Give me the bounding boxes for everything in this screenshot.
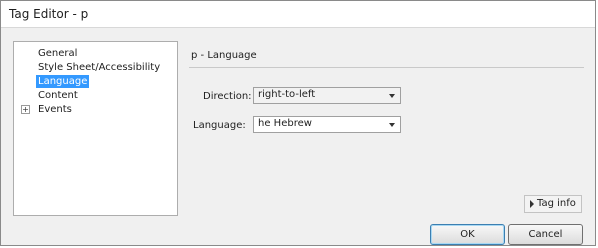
expand-triangle-icon [530, 200, 534, 208]
sidebar-item-language[interactable]: Language [36, 75, 90, 88]
direction-value: right-to-left [258, 89, 316, 100]
chevron-down-icon [389, 123, 395, 127]
title-bar[interactable]: Tag Editor - p [1, 1, 595, 28]
chevron-down-icon [389, 94, 395, 98]
sidebar-item-content[interactable]: Content [36, 89, 80, 102]
tag-editor-dialog: Tag Editor - p General Style Sheet/Acces… [0, 0, 596, 246]
sidebar-item-events[interactable]: Events [36, 103, 74, 116]
dialog-body: General Style Sheet/Accessibility Langua… [1, 28, 595, 245]
language-select[interactable]: he Hebrew [253, 116, 401, 133]
ok-button[interactable]: OK [430, 224, 505, 245]
sidebar-item-style-sheet-accessibility[interactable]: Style Sheet/Accessibility [36, 61, 162, 74]
panel-title: p - Language [191, 50, 257, 61]
window-title: Tag Editor - p [9, 7, 89, 21]
tag-info-toggle[interactable]: Tag info [524, 195, 582, 213]
tag-info-label: Tag info [537, 198, 576, 209]
category-list[interactable]: General Style Sheet/Accessibility Langua… [13, 41, 178, 216]
cancel-button[interactable]: Cancel [508, 224, 583, 245]
language-value: he Hebrew [258, 118, 312, 129]
direction-select[interactable]: right-to-left [253, 87, 401, 104]
language-label: Language: [193, 120, 246, 131]
expand-plus-icon[interactable]: + [21, 105, 30, 114]
direction-label: Direction: [203, 91, 252, 102]
panel-divider [189, 67, 584, 68]
sidebar-item-general[interactable]: General [36, 47, 79, 60]
